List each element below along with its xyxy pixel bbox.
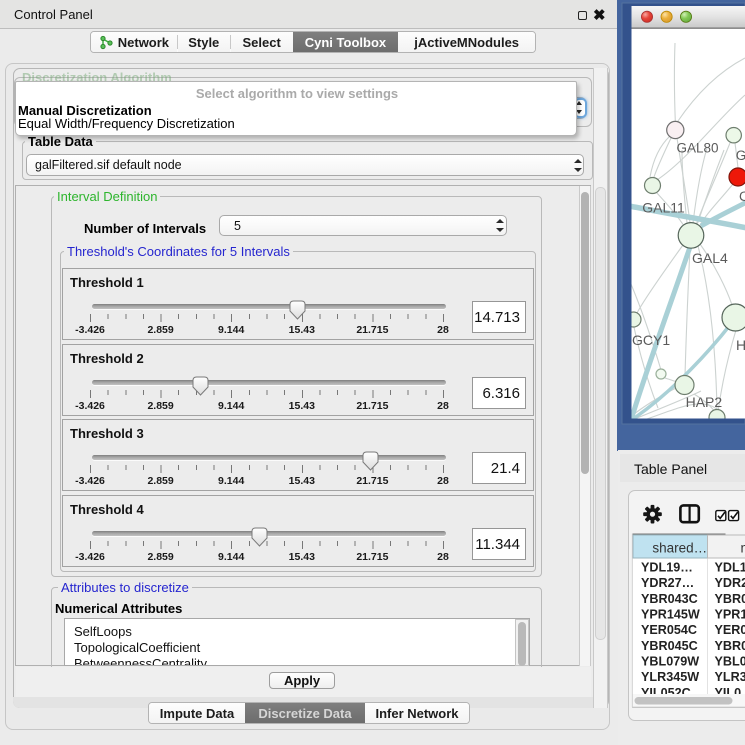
svg-text:YDR2: YDR2 xyxy=(715,576,745,590)
svg-text:GCY1: GCY1 xyxy=(632,332,670,348)
svg-text:YBR043C: YBR043C xyxy=(641,592,698,606)
svg-text:YPR145W: YPR145W xyxy=(641,608,700,622)
svg-text:YBL0: YBL0 xyxy=(715,655,745,669)
svg-text:YBR045C: YBR045C xyxy=(641,639,698,653)
svg-text:shared…: shared… xyxy=(652,541,707,556)
svg-text:YLR345W: YLR345W xyxy=(641,670,699,684)
svg-text:YDL19…: YDL19… xyxy=(641,561,693,575)
svg-text:G.: G. xyxy=(736,148,745,163)
svg-text:GAL11: GAL11 xyxy=(642,200,685,216)
svg-text:H: H xyxy=(736,337,745,353)
svg-text:GAL4: GAL4 xyxy=(692,250,728,266)
svg-text:C: C xyxy=(739,189,745,204)
svg-text:YLR3: YLR3 xyxy=(715,670,745,684)
svg-text:YBR0: YBR0 xyxy=(715,592,745,606)
svg-text:YER054C: YER054C xyxy=(641,623,697,637)
svg-text:YDR27…: YDR27… xyxy=(641,576,694,590)
svg-text:YER0: YER0 xyxy=(715,623,745,637)
svg-text:HAP2: HAP2 xyxy=(686,394,723,410)
svg-text:n: n xyxy=(741,541,745,556)
svg-text:YBL079W: YBL079W xyxy=(641,655,699,669)
svg-text:YPR1: YPR1 xyxy=(715,608,745,622)
svg-text:YBR0: YBR0 xyxy=(715,639,745,653)
svg-text:GAL80: GAL80 xyxy=(677,141,719,156)
svg-text:YDL1: YDL1 xyxy=(715,561,745,575)
